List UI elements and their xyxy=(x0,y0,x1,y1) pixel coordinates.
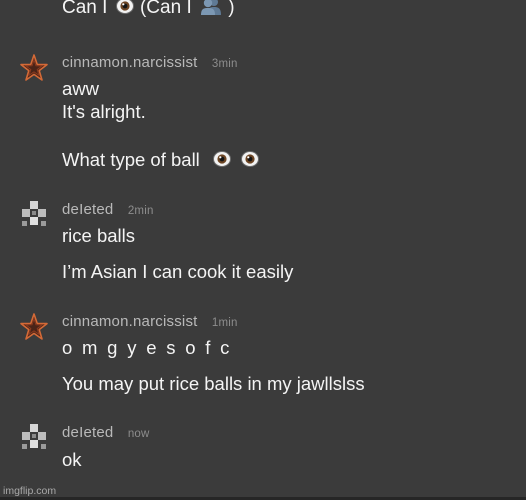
star-icon[interactable] xyxy=(18,52,50,84)
username-text: cinnamon.narcissist xyxy=(62,313,198,330)
message-line: What type of ball xyxy=(62,148,260,175)
previous-message-suffix: ) xyxy=(228,0,235,18)
eye-emoji-icon xyxy=(240,149,260,175)
message-line: You may put rice balls in my jawllslss xyxy=(62,373,365,394)
post-username[interactable]: cinnamon.narcissist 1min xyxy=(62,313,238,330)
message-line: It's alright. xyxy=(62,101,146,122)
message-text: What type of ball xyxy=(62,149,200,170)
post-timestamp: 1min xyxy=(211,317,238,329)
previous-message: Can I (Can I ) xyxy=(62,0,235,23)
message-line: I’m Asian I can cook it easily xyxy=(62,261,294,282)
message-line: ok xyxy=(62,449,82,470)
previous-message-middle: (Can I xyxy=(139,0,192,18)
chat-post: deIeted now ok xyxy=(0,420,526,480)
post-timestamp: now xyxy=(127,428,150,440)
post-username[interactable]: deIeted 2min xyxy=(62,201,154,218)
message-line: rice balls xyxy=(62,225,135,246)
star-icon[interactable] xyxy=(18,311,50,343)
previous-message-prefix: Can I xyxy=(62,0,108,18)
chat-screen: Can I (Can I ) cinnamon.narcissist 3min … xyxy=(0,0,526,500)
eye-emoji-icon xyxy=(212,149,232,175)
chat-post: cinnamon.narcissist 1min o m g y e s o f… xyxy=(0,309,526,409)
imgflip-watermark: imgflip.com xyxy=(3,485,57,497)
username-text: cinnamon.narcissist xyxy=(62,54,198,71)
post-timestamp: 3min xyxy=(211,58,238,70)
chat-post: deIeted 2min rice balls I’m Asian I can … xyxy=(0,197,526,292)
post-timestamp: 2min xyxy=(127,205,154,217)
post-username[interactable]: cinnamon.narcissist 3min xyxy=(62,54,238,71)
eye-emoji-icon xyxy=(115,0,135,23)
busts-in-silhouette-icon xyxy=(199,0,223,23)
post-username[interactable]: deIeted now xyxy=(62,424,150,441)
message-line: aww xyxy=(62,78,100,99)
pixel-cross-icon[interactable] xyxy=(18,199,50,231)
chat-post: cinnamon.narcissist 3min aww It's alrigh… xyxy=(0,50,526,180)
username-text: deIeted xyxy=(62,201,114,218)
pixel-cross-icon[interactable] xyxy=(18,422,50,454)
message-line: o m g y e s o f c xyxy=(62,337,232,358)
username-text: deIeted xyxy=(62,424,114,441)
